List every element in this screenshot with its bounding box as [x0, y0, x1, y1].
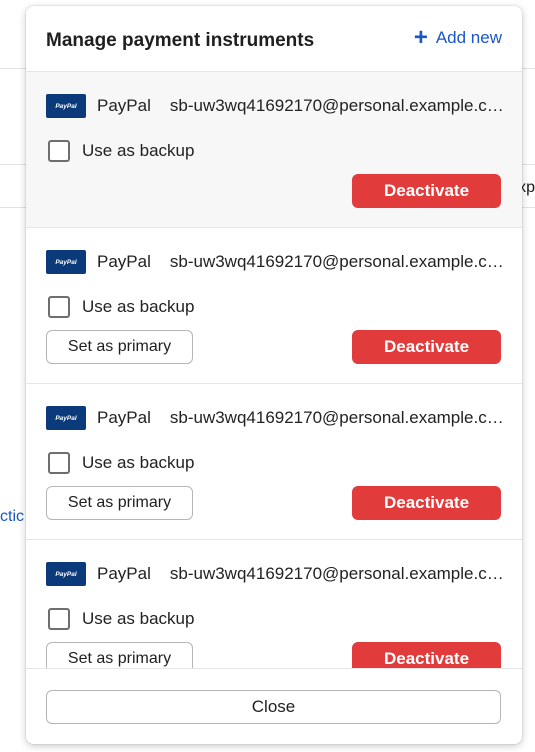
paypal-logo-icon: PayPal	[46, 250, 86, 274]
add-new-button[interactable]: + Add new	[413, 24, 502, 51]
dialog-footer: Close	[26, 668, 522, 744]
instrument-item: PayPal PayPal sb-uw3wq41692170@personal.…	[26, 384, 522, 540]
backup-label: Use as backup	[82, 141, 195, 160]
deactivate-button[interactable]: Deactivate	[352, 642, 501, 668]
backup-checkbox[interactable]	[48, 296, 70, 318]
deactivate-button[interactable]: Deactivate	[352, 330, 501, 364]
instrument-email: sb-uw3wq41692170@personal.example.com	[169, 96, 504, 115]
plus-icon: +	[413, 24, 428, 51]
backup-label: Use as backup	[82, 453, 195, 472]
instrument-email: sb-uw3wq41692170@personal.example.com	[169, 252, 504, 271]
add-new-label: Add new	[435, 28, 502, 47]
instrument-email: sb-uw3wq41692170@personal.example.com	[169, 408, 504, 427]
paypal-logo-icon: PayPal	[46, 94, 86, 118]
backup-checkbox[interactable]	[48, 140, 70, 162]
deactivate-button[interactable]: Deactivate	[352, 174, 501, 208]
paypal-logo-icon: PayPal	[46, 406, 86, 430]
provider-name: PayPal	[97, 96, 151, 115]
backup-label: Use as backup	[82, 297, 195, 316]
instrument-list[interactable]: PayPal PayPal sb-uw3wq41692170@personal.…	[26, 72, 522, 668]
backup-option[interactable]: Use as backup	[48, 452, 194, 474]
backup-label: Use as backup	[82, 609, 195, 628]
instrument-item: PayPal PayPal sb-uw3wq41692170@personal.…	[26, 540, 522, 668]
dialog-title: Manage payment instruments	[46, 30, 315, 51]
instrument-email: sb-uw3wq41692170@personal.example.com	[169, 564, 504, 583]
set-primary-button[interactable]: Set as primary	[46, 486, 193, 520]
deactivate-button[interactable]: Deactivate	[352, 486, 501, 520]
provider-name: PayPal	[97, 252, 151, 271]
close-button[interactable]: Close	[46, 690, 501, 724]
backup-option[interactable]: Use as backup	[48, 140, 194, 162]
dialog-header: Manage payment instruments + Add new	[26, 6, 522, 72]
backup-option[interactable]: Use as backup	[48, 608, 194, 630]
provider-name: PayPal	[97, 564, 151, 583]
instrument-row: PayPal PayPal sb-uw3wq41692170@personal.…	[46, 94, 504, 118]
backup-option[interactable]: Use as backup	[48, 296, 194, 318]
instrument-row: PayPal PayPal sb-uw3wq41692170@personal.…	[46, 250, 504, 274]
set-primary-button[interactable]: Set as primary	[46, 330, 193, 364]
backup-checkbox[interactable]	[48, 608, 70, 630]
instrument-row: PayPal PayPal sb-uw3wq41692170@personal.…	[46, 406, 504, 430]
payment-instruments-dialog: Manage payment instruments + Add new Pay…	[26, 6, 522, 744]
paypal-logo-icon: PayPal	[46, 562, 86, 586]
instrument-item: PayPal PayPal sb-uw3wq41692170@personal.…	[26, 72, 522, 228]
provider-name: PayPal	[97, 408, 151, 427]
background-link-fragment: ctic	[0, 508, 24, 525]
instrument-row: PayPal PayPal sb-uw3wq41692170@personal.…	[46, 562, 504, 586]
set-primary-button[interactable]: Set as primary	[46, 642, 193, 668]
backup-checkbox[interactable]	[48, 452, 70, 474]
instrument-item: PayPal PayPal sb-uw3wq41692170@personal.…	[26, 228, 522, 384]
